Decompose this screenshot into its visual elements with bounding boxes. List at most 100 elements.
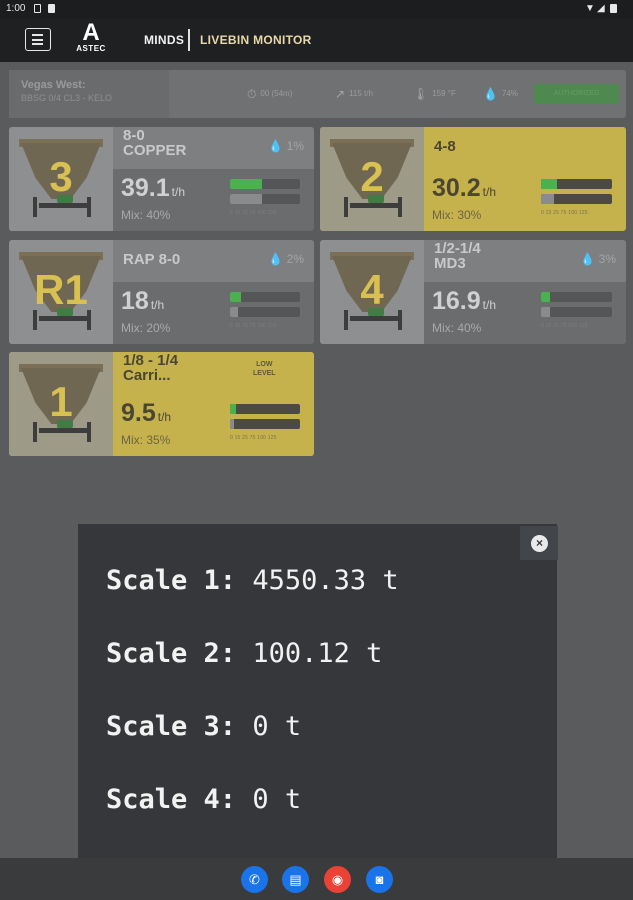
signal-icon: ◢ [597,3,605,14]
title-divider [188,29,190,51]
hamburger-line [32,38,43,41]
bin-material: 1/2-1/4 MD3 [434,240,481,272]
drop-icon: 💧 [268,139,284,153]
setpoint-bar-fill [541,307,550,317]
rate-unit: t/h [482,298,497,312]
level-bar-fill [541,292,550,302]
level-bar-fill [230,179,262,189]
bin-number: 3 [49,153,73,200]
camera-app-icon[interactable]: ◙ [366,866,393,893]
bin-rate: 39.1 t/h [121,174,185,203]
astec-logo: A ASTEC [68,19,114,58]
rate-unit: t/h [482,185,497,199]
scale-label: Scale 1: [106,565,237,596]
page-title: LIVEBIN MONITOR [200,33,312,47]
hamburger-icon [32,34,43,36]
site-info-bar: Vegas West: BBSG 0/4 CL3 - KELO ⏱ 00 (54m… [9,70,626,118]
moisture-value: 2% [286,252,304,266]
bar-scale-ticks: 0 15 25 75 100 125 [541,210,588,216]
scale-value: 0 t [252,784,302,815]
bin-moisture: 💧 3% [580,252,616,266]
bin-details: 8-0 COPPER 💧 1% 39.1 t/h Mix: 40% 0 15 25… [113,127,314,231]
stat-value: 115 t/h [349,89,373,98]
bin-mix: Mix: 35% [121,433,171,447]
status-time: 1:00 [6,3,26,14]
app-name: MINDS [144,33,185,47]
bin-rate: 18 t/h [121,287,164,316]
bin-rate: 30.2 t/h [432,174,496,203]
setpoint-bar-fill [541,194,554,204]
close-circle-icon: × [531,535,548,552]
scale-row: Scale 3: 0 t [106,711,301,742]
app-bar: A ASTEC MINDS LIVEBIN MONITOR [0,18,633,62]
stat-value: 159 °F [432,89,456,98]
feeder-belt [350,203,398,208]
menu-button[interactable] [25,28,51,51]
moisture-value: 3% [598,252,616,266]
feeder-belt [350,316,398,321]
bin-number: 4 [360,266,384,313]
feeder-belt [39,203,87,208]
level-bar-fill [541,179,557,189]
authorized-button[interactable]: AUTHORIZED [534,84,619,104]
bin-details: RAP 8-0 💧 2% 18 t/h Mix: 20% 0 15 25 75 1… [113,240,314,344]
feeder-belt [39,428,87,433]
bin-card[interactable]: R1 RAP 8-0 💧 2% 18 t/h Mix: 20% 0 15 25 7… [9,240,314,344]
trend-icon: ↗ [335,87,346,101]
scale-label: Scale 4: [106,784,237,815]
bin-image: 3 [9,127,113,231]
bin-material: 8-0 COPPER [123,127,187,159]
bin-mix: Mix: 20% [121,321,171,335]
bin-number: R1 [34,266,88,313]
bin-rate: 9.5 t/h [121,399,171,428]
bar-scale-ticks: 0 15 25 75 100 125 [230,435,277,441]
level-bar [541,292,612,302]
low-level-badge: LOW LEVEL [253,361,276,377]
chrome-app-icon[interactable]: ◉ [324,866,351,893]
bin-details: 4-8 LOW LEVEL 30.2t/h Mix: 30% 0 15 25 7… [424,127,626,231]
bin-image: 2 [320,127,424,231]
bin-material: RAP 8-0 [123,251,181,268]
bin-material: 1/8 - 1/4 Carri... [123,352,179,384]
rate-unit: t/h [150,298,165,312]
messages-app-icon[interactable]: ▤ [282,866,309,893]
setpoint-bar [230,419,300,429]
setpoint-bar-fill [230,419,234,429]
level-bar-fill [230,292,241,302]
close-button[interactable]: × [520,526,558,560]
dock-bar: ✆ ▤ ◉ ◙ [0,858,633,900]
wifi-icon: ▼ [585,3,595,14]
scale-row: Scale 4: 0 t [106,784,301,815]
rate-value: 39.1 [121,174,170,202]
stat-value: 00 (54m) [260,89,293,98]
bin-mix: Mix: 40% [432,321,482,335]
setpoint-bar-fill [230,194,262,204]
sd-card-icon [48,4,55,13]
stat-timer: ⏱ 00 (54m) [247,87,292,102]
shield-icon [34,4,41,13]
level-bar [230,292,300,302]
bin-card[interactable]: 4 1/2-1/4 MD3 💧 3% 16.9 t/h Mix: 40% 0 15… [320,240,626,344]
level-bar-fill [230,404,236,414]
setpoint-bar [230,194,300,204]
bin-card[interactable]: 1 1/8 - 1/4 Carri... LOW LEVEL 9.5 t/h Mi… [9,352,314,456]
bin-details: 1/8 - 1/4 Carri... LOW LEVEL 9.5 t/h Mix:… [113,352,314,456]
level-bar [230,179,300,189]
phone-app-icon[interactable]: ✆ [241,866,268,893]
feeder-belt [39,316,87,321]
bin-moisture: 💧 2% [268,252,304,266]
bin-mix: Mix: 40% [121,208,171,222]
site-selector[interactable]: Vegas West: BBSG 0/4 CL3 - KELO [9,70,169,118]
drop-icon: 💧 [483,87,498,101]
bar-scale-ticks: 0 15 25 75 100 125 [230,210,277,216]
logo-mark: A [82,19,100,46]
bin-card[interactable]: 3 8-0 COPPER 💧 1% 39.1 t/h Mix: 40% 0 15 … [9,127,314,231]
rate-unit: t/h [171,185,186,199]
rate-value: 16.9 [432,287,481,315]
scale-label: Scale 2: [106,638,237,669]
drop-icon: 💧 [580,252,596,266]
thermometer-icon: 🌡 [413,87,429,101]
hamburger-line [32,43,43,45]
bin-card[interactable]: 2 4-8 LOW LEVEL 30.2t/h Mix: 30% 0 15 25… [320,127,626,231]
setpoint-bar [541,307,612,317]
